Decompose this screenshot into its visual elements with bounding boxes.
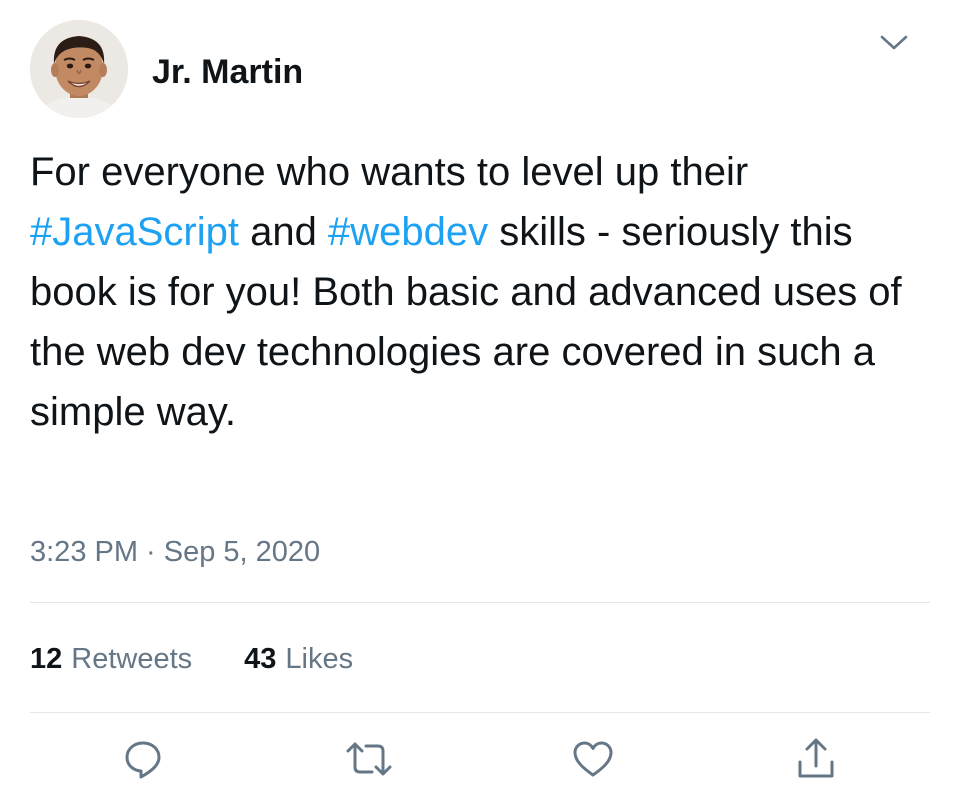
retweets-stat[interactable]: 12 Retweets <box>30 643 192 676</box>
tweet-text-segment: For everyone who wants to level up their <box>30 150 749 194</box>
divider <box>30 602 930 603</box>
action-bar <box>0 728 960 790</box>
hashtag-link-javascript[interactable]: #JavaScript <box>30 210 239 254</box>
share-button[interactable] <box>786 728 846 790</box>
likes-label: Likes <box>285 642 354 675</box>
author-name[interactable]: Jr. Martin <box>152 50 303 94</box>
divider <box>30 712 930 713</box>
reply-icon <box>125 741 161 779</box>
heart-icon <box>573 741 613 777</box>
like-button[interactable] <box>563 728 623 790</box>
retweet-icon <box>346 742 392 776</box>
tweet-card: Jr. Martin For everyone who wants to lev… <box>0 0 960 810</box>
retweets-label: Retweets <box>71 642 193 675</box>
likes-stat[interactable]: 43 Likes <box>244 643 353 676</box>
reply-button[interactable] <box>113 728 173 790</box>
chevron-down-icon[interactable] <box>872 26 916 60</box>
avatar[interactable] <box>30 20 128 118</box>
tweet-text-segment: and <box>238 210 328 254</box>
share-icon <box>798 738 834 778</box>
avatar-photo <box>30 20 128 118</box>
retweets-count: 12 <box>30 642 63 675</box>
tweet-timestamp[interactable]: 3:23 PM · Sep 5, 2020 <box>30 532 320 572</box>
retweet-button[interactable] <box>339 728 399 790</box>
tweet-text: For everyone who wants to level up their… <box>30 142 930 442</box>
hashtag-link-webdev[interactable]: #webdev <box>328 210 488 254</box>
likes-count: 43 <box>244 642 277 675</box>
engagement-stats: 12 Retweets 43 Likes <box>30 638 353 680</box>
